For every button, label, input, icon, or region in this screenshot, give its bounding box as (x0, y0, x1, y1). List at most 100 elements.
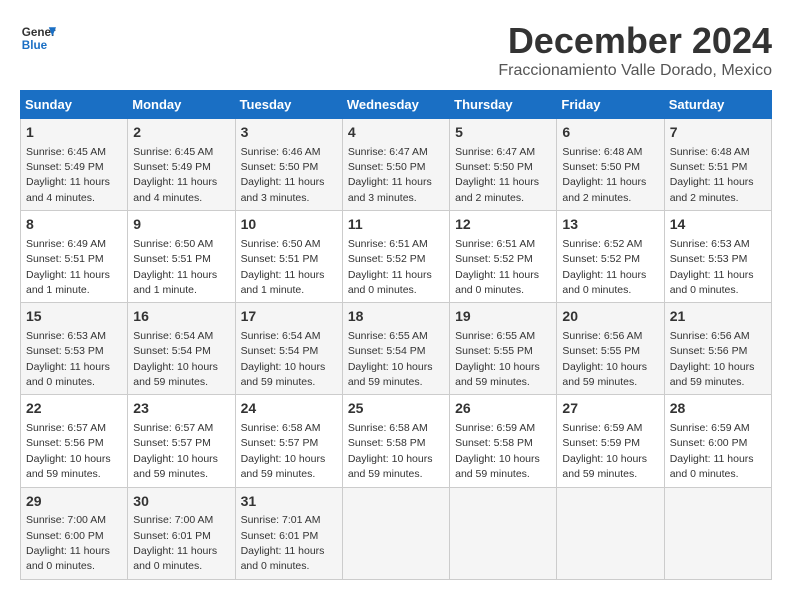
calendar-week-3: 15 Sunrise: 6:53 AMSunset: 5:53 PMDaylig… (21, 303, 772, 395)
calendar-week-4: 22 Sunrise: 6:57 AMSunset: 5:56 PMDaylig… (21, 395, 772, 487)
weekday-header-monday: Monday (128, 91, 235, 119)
calendar-cell: 16 Sunrise: 6:54 AMSunset: 5:54 PMDaylig… (128, 303, 235, 395)
day-number: 7 (670, 123, 766, 143)
calendar-cell: 13 Sunrise: 6:52 AMSunset: 5:52 PMDaylig… (557, 211, 664, 303)
day-number: 10 (241, 215, 337, 235)
day-info: Sunrise: 6:57 AMSunset: 5:57 PMDaylight:… (133, 422, 218, 480)
calendar-cell (342, 487, 449, 579)
calendar-cell: 7 Sunrise: 6:48 AMSunset: 5:51 PMDayligh… (664, 119, 771, 211)
day-info: Sunrise: 6:48 AMSunset: 5:50 PMDaylight:… (562, 146, 646, 204)
calendar-cell: 12 Sunrise: 6:51 AMSunset: 5:52 PMDaylig… (450, 211, 557, 303)
day-info: Sunrise: 6:45 AMSunset: 5:49 PMDaylight:… (26, 146, 110, 204)
day-info: Sunrise: 6:57 AMSunset: 5:56 PMDaylight:… (26, 422, 111, 480)
day-info: Sunrise: 6:58 AMSunset: 5:57 PMDaylight:… (241, 422, 326, 480)
logo: General Blue (20, 20, 56, 56)
calendar-cell (557, 487, 664, 579)
day-info: Sunrise: 6:52 AMSunset: 5:52 PMDaylight:… (562, 238, 646, 296)
day-number: 26 (455, 399, 551, 419)
calendar-cell (450, 487, 557, 579)
calendar-cell: 25 Sunrise: 6:58 AMSunset: 5:58 PMDaylig… (342, 395, 449, 487)
calendar-cell: 11 Sunrise: 6:51 AMSunset: 5:52 PMDaylig… (342, 211, 449, 303)
calendar-table: SundayMondayTuesdayWednesdayThursdayFrid… (20, 90, 772, 580)
calendar-cell: 9 Sunrise: 6:50 AMSunset: 5:51 PMDayligh… (128, 211, 235, 303)
weekday-header-sunday: Sunday (21, 91, 128, 119)
calendar-cell: 17 Sunrise: 6:54 AMSunset: 5:54 PMDaylig… (235, 303, 342, 395)
calendar-cell: 3 Sunrise: 6:46 AMSunset: 5:50 PMDayligh… (235, 119, 342, 211)
day-info: Sunrise: 7:00 AMSunset: 6:00 PMDaylight:… (26, 514, 110, 572)
day-info: Sunrise: 7:00 AMSunset: 6:01 PMDaylight:… (133, 514, 217, 572)
day-info: Sunrise: 6:47 AMSunset: 5:50 PMDaylight:… (455, 146, 539, 204)
day-number: 1 (26, 123, 122, 143)
calendar-cell: 5 Sunrise: 6:47 AMSunset: 5:50 PMDayligh… (450, 119, 557, 211)
calendar-cell: 30 Sunrise: 7:00 AMSunset: 6:01 PMDaylig… (128, 487, 235, 579)
calendar-cell: 27 Sunrise: 6:59 AMSunset: 5:59 PMDaylig… (557, 395, 664, 487)
calendar-cell: 14 Sunrise: 6:53 AMSunset: 5:53 PMDaylig… (664, 211, 771, 303)
day-info: Sunrise: 6:50 AMSunset: 5:51 PMDaylight:… (241, 238, 325, 296)
day-number: 14 (670, 215, 766, 235)
calendar-cell: 29 Sunrise: 7:00 AMSunset: 6:00 PMDaylig… (21, 487, 128, 579)
day-info: Sunrise: 6:50 AMSunset: 5:51 PMDaylight:… (133, 238, 217, 296)
calendar-cell: 4 Sunrise: 6:47 AMSunset: 5:50 PMDayligh… (342, 119, 449, 211)
page-header: General Blue December 2024 Fraccionamien… (20, 20, 772, 80)
day-number: 20 (562, 307, 658, 327)
calendar-cell: 8 Sunrise: 6:49 AMSunset: 5:51 PMDayligh… (21, 211, 128, 303)
day-number: 2 (133, 123, 229, 143)
weekday-header-saturday: Saturday (664, 91, 771, 119)
day-info: Sunrise: 6:58 AMSunset: 5:58 PMDaylight:… (348, 422, 433, 480)
calendar-cell: 10 Sunrise: 6:50 AMSunset: 5:51 PMDaylig… (235, 211, 342, 303)
day-info: Sunrise: 6:59 AMSunset: 6:00 PMDaylight:… (670, 422, 754, 480)
calendar-cell: 22 Sunrise: 6:57 AMSunset: 5:56 PMDaylig… (21, 395, 128, 487)
day-number: 15 (26, 307, 122, 327)
day-number: 4 (348, 123, 444, 143)
day-info: Sunrise: 6:55 AMSunset: 5:55 PMDaylight:… (455, 330, 540, 388)
day-number: 30 (133, 492, 229, 512)
day-number: 9 (133, 215, 229, 235)
day-info: Sunrise: 6:46 AMSunset: 5:50 PMDaylight:… (241, 146, 325, 204)
day-number: 3 (241, 123, 337, 143)
day-number: 28 (670, 399, 766, 419)
day-number: 23 (133, 399, 229, 419)
day-number: 22 (26, 399, 122, 419)
month-title: December 2024 (498, 20, 772, 62)
day-info: Sunrise: 6:59 AMSunset: 5:59 PMDaylight:… (562, 422, 647, 480)
day-info: Sunrise: 6:51 AMSunset: 5:52 PMDaylight:… (348, 238, 432, 296)
calendar-cell: 24 Sunrise: 6:58 AMSunset: 5:57 PMDaylig… (235, 395, 342, 487)
calendar-cell: 21 Sunrise: 6:56 AMSunset: 5:56 PMDaylig… (664, 303, 771, 395)
title-section: December 2024 Fraccionamiento Valle Dora… (498, 20, 772, 80)
calendar-header: SundayMondayTuesdayWednesdayThursdayFrid… (21, 91, 772, 119)
weekday-header-wednesday: Wednesday (342, 91, 449, 119)
day-number: 16 (133, 307, 229, 327)
day-number: 17 (241, 307, 337, 327)
calendar-cell: 23 Sunrise: 6:57 AMSunset: 5:57 PMDaylig… (128, 395, 235, 487)
day-number: 11 (348, 215, 444, 235)
day-number: 12 (455, 215, 551, 235)
day-number: 27 (562, 399, 658, 419)
day-info: Sunrise: 6:59 AMSunset: 5:58 PMDaylight:… (455, 422, 540, 480)
calendar-cell (664, 487, 771, 579)
day-number: 31 (241, 492, 337, 512)
day-info: Sunrise: 6:56 AMSunset: 5:56 PMDaylight:… (670, 330, 755, 388)
svg-text:Blue: Blue (22, 39, 48, 52)
calendar-cell: 2 Sunrise: 6:45 AMSunset: 5:49 PMDayligh… (128, 119, 235, 211)
calendar-cell: 26 Sunrise: 6:59 AMSunset: 5:58 PMDaylig… (450, 395, 557, 487)
day-number: 21 (670, 307, 766, 327)
day-info: Sunrise: 6:48 AMSunset: 5:51 PMDaylight:… (670, 146, 754, 204)
calendar-cell: 6 Sunrise: 6:48 AMSunset: 5:50 PMDayligh… (557, 119, 664, 211)
day-info: Sunrise: 6:45 AMSunset: 5:49 PMDaylight:… (133, 146, 217, 204)
day-info: Sunrise: 6:47 AMSunset: 5:50 PMDaylight:… (348, 146, 432, 204)
day-info: Sunrise: 6:54 AMSunset: 5:54 PMDaylight:… (241, 330, 326, 388)
day-number: 6 (562, 123, 658, 143)
calendar-cell: 19 Sunrise: 6:55 AMSunset: 5:55 PMDaylig… (450, 303, 557, 395)
logo-icon: General Blue (20, 20, 56, 56)
day-number: 29 (26, 492, 122, 512)
day-number: 13 (562, 215, 658, 235)
day-info: Sunrise: 6:49 AMSunset: 5:51 PMDaylight:… (26, 238, 110, 296)
day-number: 8 (26, 215, 122, 235)
calendar-cell: 15 Sunrise: 6:53 AMSunset: 5:53 PMDaylig… (21, 303, 128, 395)
day-info: Sunrise: 7:01 AMSunset: 6:01 PMDaylight:… (241, 514, 325, 572)
day-number: 5 (455, 123, 551, 143)
day-info: Sunrise: 6:53 AMSunset: 5:53 PMDaylight:… (670, 238, 754, 296)
day-number: 19 (455, 307, 551, 327)
calendar-cell: 18 Sunrise: 6:55 AMSunset: 5:54 PMDaylig… (342, 303, 449, 395)
day-info: Sunrise: 6:54 AMSunset: 5:54 PMDaylight:… (133, 330, 218, 388)
